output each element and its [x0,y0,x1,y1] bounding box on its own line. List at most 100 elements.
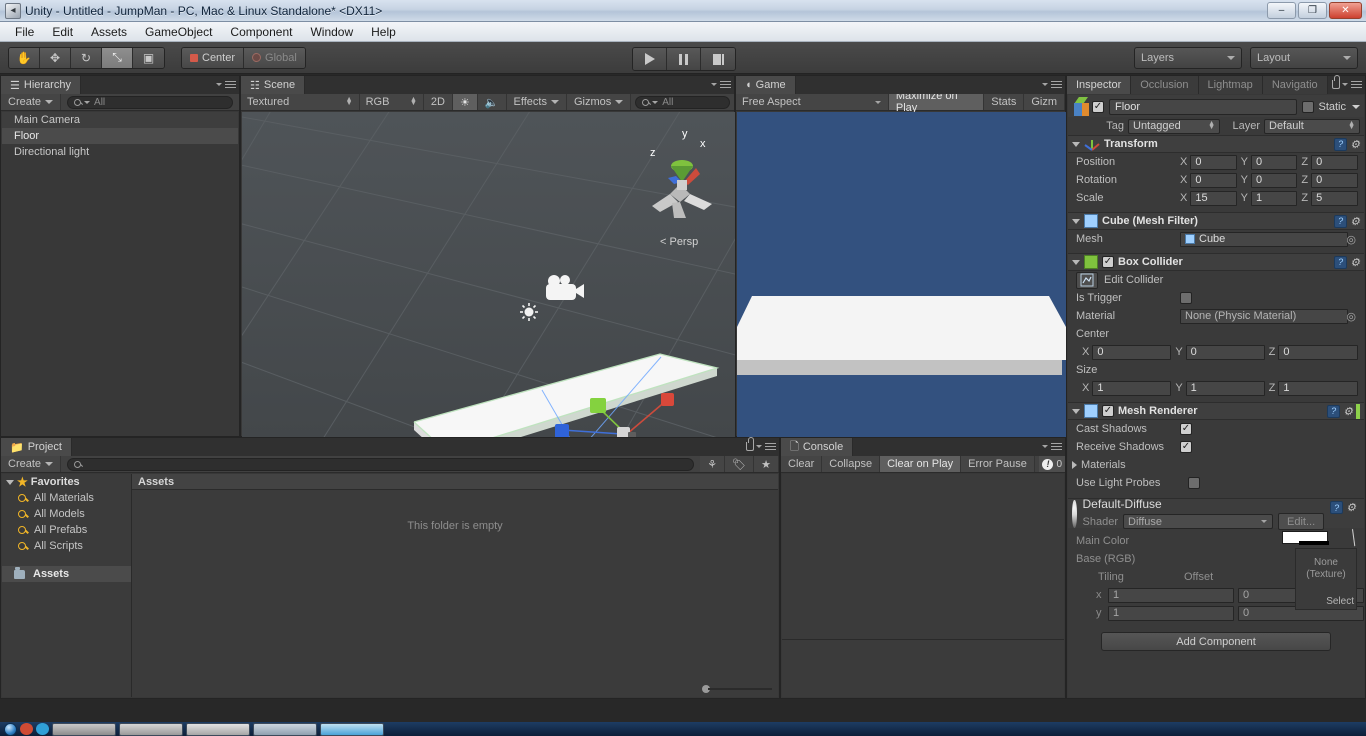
position-y-input[interactable]: 0 [1251,154,1298,170]
favorite-all-prefabs[interactable]: All Prefabs [2,522,131,538]
chevron-down-icon[interactable] [1072,408,1080,414]
tab-occlusion[interactable]: Occlusion [1131,76,1199,94]
taskbar-window-5[interactable] [320,722,384,736]
chevron-down-icon[interactable] [6,479,14,485]
scene-search-input[interactable]: All [635,95,730,109]
scrollbar-thumb[interactable] [1356,403,1360,419]
stats-toggle[interactable]: Stats [984,94,1025,110]
menu-component[interactable]: Component [221,23,301,41]
rotation-y-input[interactable]: 0 [1251,172,1298,188]
scene-panel-menu[interactable] [711,79,731,90]
help-icon[interactable]: ? [1327,404,1341,418]
help-icon[interactable]: ? [1334,255,1348,269]
layout-dropdown[interactable]: Layout [1250,47,1358,69]
mesh-object-field[interactable]: Cube [1180,231,1348,247]
menu-gameobject[interactable]: GameObject [136,23,221,41]
error-count-badge[interactable]: ! 0 [1039,456,1065,472]
space-mode-button[interactable]: Global [244,47,305,68]
shader-dropdown[interactable]: Diffuse [1123,514,1273,529]
slider-track[interactable] [708,688,772,690]
scale-tool-icon[interactable]: ⤡ [102,47,133,68]
gear-icon[interactable]: ⚙ [1350,215,1360,228]
scene-effects-dropdown[interactable]: Effects [506,94,567,110]
hierarchy-item-main-camera[interactable]: Main Camera [2,112,238,128]
main-color-swatch[interactable] [1282,531,1329,545]
center-z-input[interactable]: 0 [1278,344,1358,360]
static-checkbox[interactable] [1302,101,1315,113]
gear-icon[interactable]: ⚙ [1346,501,1356,514]
step-button[interactable] [701,48,735,70]
maximize-on-play-toggle[interactable]: Maximize on Play [888,90,985,114]
chevron-down-icon[interactable] [1072,141,1080,147]
layers-dropdown[interactable]: Layers [1134,47,1242,69]
position-x-input[interactable]: 0 [1190,154,1237,170]
materials-row[interactable]: Materials [1068,456,1364,474]
game-viewport[interactable] [737,112,1066,437]
menu-edit[interactable]: Edit [43,23,82,41]
hand-tool-icon[interactable]: ✋ [9,47,40,68]
project-tree-assets[interactable]: Assets [2,566,131,582]
help-icon[interactable]: ? [1330,501,1344,514]
taskbar-window-4[interactable] [253,722,317,736]
lock-icon[interactable] [746,437,754,451]
rect-tool-icon[interactable]: ▣ [133,47,164,68]
lock-icon[interactable] [1332,75,1340,89]
minimize-button[interactable]: – [1267,2,1296,19]
gameobject-enabled-checkbox[interactable]: ✓ [1092,101,1104,113]
tab-project[interactable]: 📁 Project [1,438,72,456]
hierarchy-create-button[interactable]: Create [1,94,62,110]
box-collider-enabled-checkbox[interactable]: ✓ [1102,256,1114,268]
tab-console[interactable]: 🗋 Console [781,438,854,456]
mesh-filter-component-header[interactable]: Cube (Mesh Filter) ? ⚙ [1068,212,1364,230]
mesh-renderer-component-header[interactable]: ✓ Mesh Renderer ? ⚙ [1068,402,1364,420]
console-log-list[interactable] [782,474,1064,697]
size-z-input[interactable]: 1 [1278,380,1358,396]
filter-by-label-button[interactable]: 🏷 [725,456,755,472]
rotation-z-input[interactable]: 0 [1311,172,1359,188]
material-picker-icon[interactable]: ◎ [1346,310,1356,323]
gear-icon[interactable]: ⚙ [1343,405,1353,418]
layer-dropdown[interactable]: Default ▲ ▼ [1264,118,1360,134]
position-z-input[interactable]: 0 [1311,154,1359,170]
chevron-down-icon[interactable] [1072,218,1080,224]
favorite-all-scripts[interactable]: All Scripts [2,538,131,554]
taskbar-window-1[interactable] [52,722,116,736]
is-trigger-checkbox[interactable] [1180,292,1192,304]
favorites-group[interactable]: ★ Favorites [2,474,131,490]
size-y-input[interactable]: 1 [1185,380,1265,396]
help-icon[interactable]: ? [1334,214,1348,228]
console-panel-menu[interactable] [1042,441,1062,452]
chevron-right-icon[interactable] [1072,461,1077,469]
chevron-down-icon[interactable] [1072,259,1080,265]
receive-shadows-checkbox[interactable]: ✓ [1180,441,1192,453]
game-gizmos-dropdown[interactable]: Gizm [1024,94,1065,110]
use-light-probes-checkbox[interactable] [1188,477,1200,489]
gear-icon[interactable]: ⚙ [1350,256,1360,269]
scene-audio-toggle[interactable]: 🔈 [477,94,507,110]
hierarchy-item-floor[interactable]: Floor [2,128,238,144]
scene-draw-mode-dropdown[interactable]: Textured ▲ ▼ [241,94,360,110]
tiling-y-input[interactable]: 1 [1108,605,1234,621]
tab-inspector[interactable]: Inspector [1067,76,1132,94]
close-button[interactable]: ✕ [1329,2,1362,19]
hierarchy-item-directional-light[interactable]: Directional light [2,144,238,160]
taskbar-window-3[interactable] [186,722,250,736]
center-x-input[interactable]: 0 [1092,344,1172,360]
console-error-pause-toggle[interactable]: Error Pause [961,456,1035,472]
texture-slot[interactable]: None (Texture) Select [1295,548,1357,610]
menu-assets[interactable]: Assets [82,23,136,41]
pivot-mode-button[interactable]: Center [182,47,245,68]
menu-help[interactable]: Help [362,23,405,41]
tab-scene[interactable]: ☷ Scene [241,76,306,94]
add-component-button[interactable]: Add Component [1101,632,1331,651]
scale-x-input[interactable]: 15 [1190,190,1237,206]
move-tool-icon[interactable]: ✥ [40,47,71,68]
rotation-x-input[interactable]: 0 [1190,172,1237,188]
transform-component-header[interactable]: Transform ? ⚙ [1068,135,1364,153]
hierarchy-search-input[interactable]: All [67,95,233,109]
tag-dropdown[interactable]: Untagged ▲ ▼ [1128,118,1220,134]
cast-shadows-checkbox[interactable]: ✓ [1180,423,1192,435]
box-collider-component-header[interactable]: ✓ Box Collider ? ⚙ [1068,253,1364,271]
chevron-down-icon[interactable] [1352,105,1360,109]
tiling-x-input[interactable]: 1 [1108,587,1234,603]
